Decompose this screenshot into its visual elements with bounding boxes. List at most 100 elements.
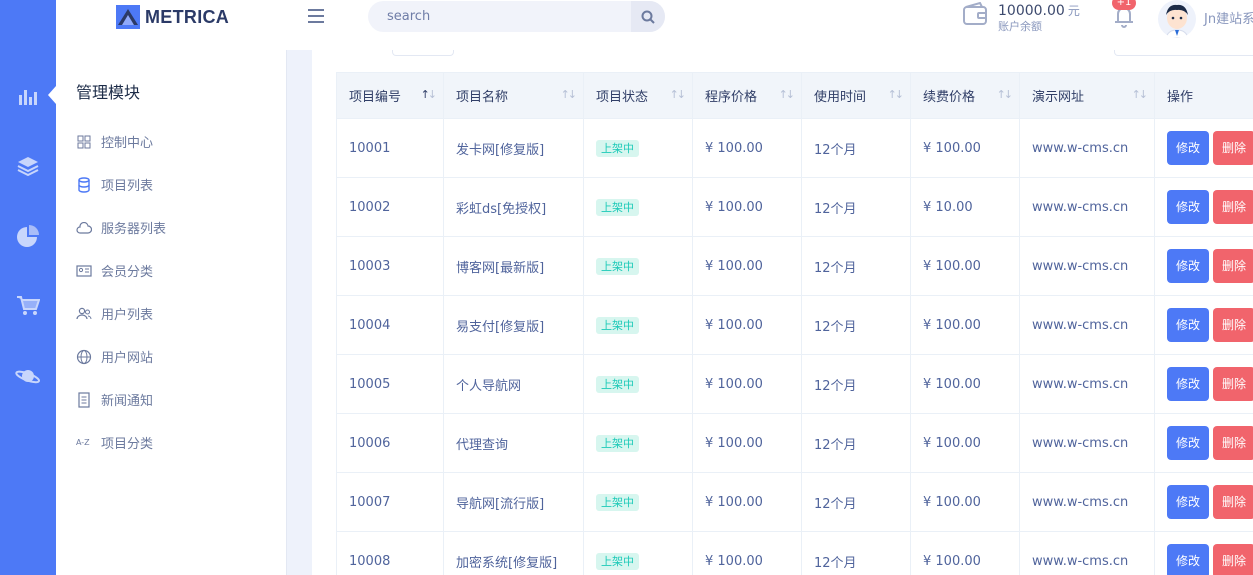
submenu-item-user-sites[interactable]: 用户网站 <box>76 335 166 378</box>
table-row: 10002 彩虹ds[免授权] 上架中 ¥ 100.00 12个月 ¥ 10.00 www.… <box>336 177 1253 237</box>
avatar[interactable] <box>1158 0 1196 38</box>
submenu-item-servers[interactable]: 服务器列表 <box>76 206 166 249</box>
delete-button[interactable]: 删除 <box>1213 426 1253 460</box>
cell-duration: 12个月 <box>801 236 911 296</box>
cell-name: 个人导航网 <box>443 354 584 414</box>
column-header-duration[interactable]: 使用时间 ↑↓ <box>801 72 911 119</box>
status-badge: 上架中 <box>596 198 639 216</box>
sort-icon[interactable]: ↑↓ <box>670 88 687 101</box>
layout-gutter <box>286 50 312 575</box>
column-header-label: 使用时间 <box>814 90 867 105</box>
delete-button[interactable]: 删除 <box>1213 367 1253 401</box>
cell-id: 10001 <box>336 118 444 178</box>
submenu-item-dashboard[interactable]: 控制中心 <box>76 120 166 163</box>
column-header-renew[interactable]: 续费价格 ↑↓ <box>910 72 1020 119</box>
sort-icon[interactable]: ↑↓ <box>888 88 905 101</box>
delete-button[interactable]: 删除 <box>1213 485 1253 519</box>
table-row: 10001 发卡网[修复版] 上架中 ¥ 100.00 12个月 ¥ 100.00 www.… <box>336 118 1253 178</box>
cell-id: 10002 <box>336 177 444 237</box>
submenu-item-member-tiers[interactable]: 会员分类 <box>76 249 166 292</box>
submenu-item-label: 用户网站 <box>101 351 154 366</box>
column-header-label: 项目名称 <box>456 90 509 105</box>
cell-name: 加密系统[修复版] <box>443 531 584 575</box>
user-name[interactable]: Jn建站系 <box>1204 8 1253 27</box>
edit-button[interactable]: 修改 <box>1167 426 1209 460</box>
table-row: 10008 加密系统[修复版] 上架中 ¥ 100.00 12个月 ¥ 100.00 www… <box>336 531 1253 575</box>
rail-item-analytics[interactable] <box>8 79 48 113</box>
cell-renew-price: ¥ 100.00 <box>910 472 1020 532</box>
status-badge: 上架中 <box>596 139 639 157</box>
cell-demo-url: www.w-cms.cn <box>1019 472 1155 532</box>
cell-duration: 12个月 <box>801 413 911 473</box>
column-header-price[interactable]: 程序价格 ↑↓ <box>692 72 802 119</box>
edit-button[interactable]: 修改 <box>1167 485 1209 519</box>
cell-renew-price: ¥ 10.00 <box>910 177 1020 237</box>
cell-status: 上架中 <box>583 118 693 178</box>
cell-renew-price: ¥ 100.00 <box>910 531 1020 575</box>
rail-item-reports[interactable] <box>8 219 48 253</box>
submenu-title: 管理模块 <box>76 83 141 102</box>
column-header-url[interactable]: 演示网址 ↑↓ <box>1019 72 1155 119</box>
sort-icon[interactable]: ↑↓ <box>1132 88 1149 101</box>
delete-button[interactable]: 删除 <box>1213 131 1253 165</box>
status-badge: 上架中 <box>596 316 639 334</box>
submenu-panel: 管理模块 控制中心 项目列表 服务器列表 会员分类 用户列表 用户网站 新闻通知 <box>56 50 286 575</box>
sort-icon[interactable]: ↑↓ <box>997 88 1014 101</box>
main-content: 项目编号 ↑↓ 项目名称 ↑↓ 项目状态 ↑↓ 程序价格 ↑↓ 使用时间 ↑↓ 续费价格 ↑… <box>312 50 1253 575</box>
delete-button[interactable]: 删除 <box>1213 190 1253 224</box>
submenu-item-news[interactable]: 新闻通知 <box>76 378 166 421</box>
edit-button[interactable]: 修改 <box>1167 131 1209 165</box>
edit-button[interactable]: 修改 <box>1167 367 1209 401</box>
delete-button[interactable]: 删除 <box>1213 544 1253 575</box>
delete-button[interactable]: 删除 <box>1213 249 1253 283</box>
submenu-item-users[interactable]: 用户列表 <box>76 292 166 335</box>
cell-actions: 修改 删除 <box>1154 236 1253 296</box>
logo-mark-icon <box>116 5 140 29</box>
table-row: 10004 易支付[修复版] 上架中 ¥ 100.00 12个月 ¥ 100.00 www.… <box>336 295 1253 355</box>
table-search-input[interactable] <box>1114 50 1253 56</box>
edit-button[interactable]: 修改 <box>1167 249 1209 283</box>
submenu-item-projects[interactable]: 项目列表 <box>76 163 166 206</box>
delete-button[interactable]: 删除 <box>1213 308 1253 342</box>
balance-amount: 10000.00 <box>998 3 1065 19</box>
column-header-status[interactable]: 项目状态 ↑↓ <box>583 72 693 119</box>
rail-item-shop[interactable] <box>8 289 48 323</box>
cell-renew-price: ¥ 100.00 <box>910 354 1020 414</box>
status-badge: 上架中 <box>596 552 639 570</box>
sort-asc-icon[interactable]: ↑↓ <box>421 88 438 101</box>
column-header-name[interactable]: 项目名称 ↑↓ <box>443 72 584 119</box>
submenu-item-project-categories[interactable]: A-Z 项目分类 <box>76 421 166 464</box>
page-size-select[interactable] <box>392 50 454 56</box>
submenu-list: 控制中心 项目列表 服务器列表 会员分类 用户列表 用户网站 新闻通知 A-Z <box>76 120 166 464</box>
database-icon <box>78 176 90 193</box>
sort-icon[interactable]: ↑↓ <box>779 88 796 101</box>
search-input[interactable] <box>368 1 630 32</box>
cell-demo-url: www.w-cms.cn <box>1019 236 1155 296</box>
cell-price: ¥ 100.00 <box>692 118 802 178</box>
sort-icon[interactable]: ↑↓ <box>561 88 578 101</box>
cell-status: 上架中 <box>583 531 693 575</box>
edit-button[interactable]: 修改 <box>1167 544 1209 575</box>
cell-name: 彩虹ds[免授权] <box>443 177 584 237</box>
globe-icon <box>76 349 92 364</box>
balance-unit: 元 <box>1067 4 1080 18</box>
cell-status: 上架中 <box>583 413 693 473</box>
document-icon <box>78 391 90 408</box>
status-badge: 上架中 <box>596 434 639 452</box>
cell-status: 上架中 <box>583 295 693 355</box>
column-header-actions: 操作 <box>1154 72 1253 119</box>
column-header-id[interactable]: 项目编号 ↑↓ <box>336 72 444 119</box>
cell-name: 导航网[流行版] <box>443 472 584 532</box>
rail-item-explore[interactable] <box>8 359 48 393</box>
cell-id: 10007 <box>336 472 444 532</box>
brand-logo[interactable]: METRICA <box>116 5 229 29</box>
cell-actions: 修改 删除 <box>1154 472 1253 532</box>
search-button[interactable] <box>631 1 665 32</box>
edit-button[interactable]: 修改 <box>1167 308 1209 342</box>
rail-item-layers[interactable] <box>8 149 48 183</box>
menu-toggle-button[interactable] <box>306 6 326 26</box>
users-icon <box>76 307 92 319</box>
cell-status: 上架中 <box>583 177 693 237</box>
edit-button[interactable]: 修改 <box>1167 190 1209 224</box>
cell-demo-url: www.w-cms.cn <box>1019 413 1155 473</box>
